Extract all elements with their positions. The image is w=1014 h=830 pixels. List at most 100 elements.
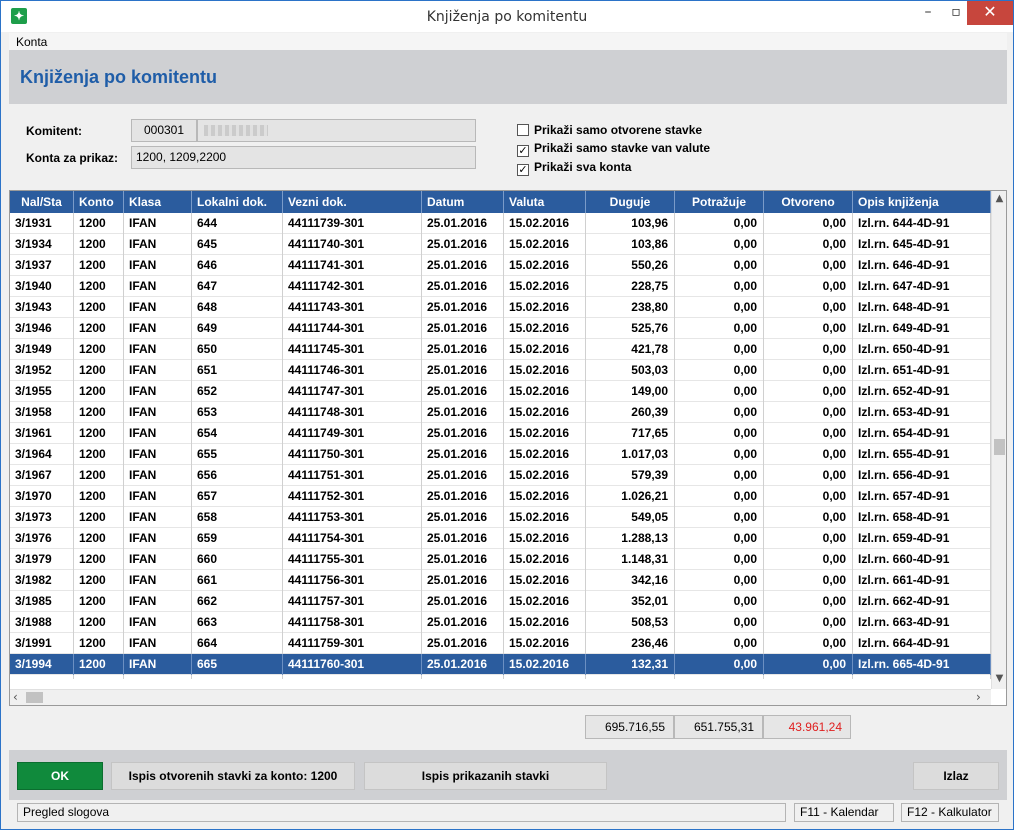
ok-button[interactable]: OK [17, 762, 103, 790]
table-row[interactable]: 3/1967 1200 IFAN 656 44111751-301 25.01.2016 1… [10, 465, 991, 486]
konta-field[interactable]: 1200, 1209,2200 [131, 146, 476, 169]
cell-vezni-dok: 44111754-301 [283, 528, 422, 549]
table-row[interactable]: 3/1979 1200 IFAN 660 44111755-301 25.01.2016 1… [10, 549, 991, 570]
table-row[interactable]: 3/1994 1200 IFAN 665 44111760-301 25.01.2016 1… [10, 654, 991, 675]
cell-duguje: 508,53 [586, 612, 675, 633]
table-row[interactable]: 3/1940 1200 IFAN 647 44111742-301 25.01.2016 1… [10, 276, 991, 297]
table-row[interactable]: 3/1991 1200 IFAN 664 44111759-301 25.01.2016 1… [10, 633, 991, 654]
cell-klasa: IFAN [124, 486, 192, 507]
minimize-button[interactable]: – [913, 1, 943, 25]
column-header-lokalni-dok[interactable]: Lokalni dok. [192, 191, 283, 213]
cell-opis: Izl.rn. 662-4D-91 [853, 591, 991, 612]
column-header-opis[interactable]: Opis knjiženja [853, 191, 991, 213]
close-button[interactable]: ✕ [967, 1, 1013, 25]
table-row[interactable]: 3/1985 1200 IFAN 662 44111757-301 25.01.2016 1… [10, 591, 991, 612]
checkbox-box-checked[interactable]: ✓ [517, 145, 529, 157]
empty-cell [283, 675, 422, 679]
table-row[interactable]: 3/1952 1200 IFAN 651 44111746-301 25.01.2016 1… [10, 360, 991, 381]
scroll-thumb-horizontal[interactable] [26, 692, 43, 703]
cell-valuta: 15.02.2016 [504, 570, 586, 591]
cell-opis: Izl.rn. 647-4D-91 [853, 276, 991, 297]
cell-opis: Izl.rn. 661-4D-91 [853, 570, 991, 591]
title-bar: ✦ Knjiženja po komitentu – ▫ ✕ [1, 1, 1013, 32]
scroll-up-icon[interactable]: ▲ [992, 193, 1007, 204]
cell-potrazuje: 0,00 [675, 276, 764, 297]
column-header-valuta[interactable]: Valuta [504, 191, 586, 213]
table-row[interactable]: 3/1955 1200 IFAN 652 44111747-301 25.01.2016 1… [10, 381, 991, 402]
cell-duguje: 525,76 [586, 318, 675, 339]
cell-konto: 1200 [74, 528, 124, 549]
cell-konto: 1200 [74, 507, 124, 528]
table-row[interactable]: 3/1943 1200 IFAN 648 44111743-301 25.01.2016 1… [10, 297, 991, 318]
table-row[interactable]: 3/1958 1200 IFAN 653 44111748-301 25.01.2016 1… [10, 402, 991, 423]
cell-duguje: 1.288,13 [586, 528, 675, 549]
cell-konto: 1200 [74, 444, 124, 465]
scroll-thumb[interactable] [994, 439, 1005, 455]
cell-vezni-dok: 44111750-301 [283, 444, 422, 465]
checkbox-van-valute[interactable]: ✓ Prikaži samo stavke van valute [517, 141, 710, 157]
column-header-konto[interactable]: Konto [74, 191, 124, 213]
cell-vezni-dok: 44111739-301 [283, 213, 422, 234]
komitent-name-field[interactable] [197, 119, 476, 142]
menu-konta[interactable]: Konta [16, 35, 47, 49]
checkbox-box[interactable] [517, 124, 529, 136]
scroll-left-icon[interactable]: ‹ [13, 690, 18, 704]
cell-klasa: IFAN [124, 402, 192, 423]
cell-duguje: 228,75 [586, 276, 675, 297]
cell-nal-sta: 3/1991 [10, 633, 74, 654]
cell-klasa: IFAN [124, 381, 192, 402]
checkbox-label: Prikaži sva konta [534, 160, 632, 174]
table-row[interactable]: 3/1949 1200 IFAN 650 44111745-301 25.01.2016 1… [10, 339, 991, 360]
vertical-scrollbar[interactable]: ▲ ▼ [991, 191, 1006, 689]
table-row[interactable]: 3/1961 1200 IFAN 654 44111749-301 25.01.2016 1… [10, 423, 991, 444]
data-grid: Nal/Sta Konto Klasa Lokalni dok. Vezni dok. D… [9, 190, 1007, 706]
checkbox-otvorene[interactable]: Prikaži samo otvorene stavke [517, 123, 702, 137]
cell-opis: Izl.rn. 655-4D-91 [853, 444, 991, 465]
table-row[interactable]: 3/1931 1200 IFAN 644 44111739-301 25.01.2016 1… [10, 213, 991, 234]
checkbox-sva-konta[interactable]: ✓ Prikaži sva konta [517, 160, 631, 176]
cell-valuta: 15.02.2016 [504, 213, 586, 234]
column-header-duguje[interactable]: Duguje [586, 191, 675, 213]
checkbox-box-checked[interactable]: ✓ [517, 164, 529, 176]
cell-klasa: IFAN [124, 612, 192, 633]
table-row[interactable]: 3/1970 1200 IFAN 657 44111752-301 25.01.2016 1… [10, 486, 991, 507]
ispis-otvorenih-button[interactable]: Ispis otvorenih stavki za konto: 1200 [111, 762, 355, 790]
cell-duguje: 149,00 [586, 381, 675, 402]
cell-nal-sta: 3/1964 [10, 444, 74, 465]
cell-konto: 1200 [74, 297, 124, 318]
table-row[interactable]: 3/1973 1200 IFAN 658 44111753-301 25.01.2016 1… [10, 507, 991, 528]
cell-potrazuje: 0,00 [675, 381, 764, 402]
table-row[interactable]: 3/1976 1200 IFAN 659 44111754-301 25.01.2016 1… [10, 528, 991, 549]
komitent-code-field[interactable]: 000301 [131, 119, 197, 142]
table-row[interactable]: 3/1982 1200 IFAN 661 44111756-301 25.01.2016 1… [10, 570, 991, 591]
scroll-down-icon[interactable]: ▼ [992, 673, 1007, 684]
column-header-datum[interactable]: Datum [422, 191, 504, 213]
cell-duguje: 1.017,03 [586, 444, 675, 465]
horizontal-scrollbar[interactable]: ‹ › [10, 689, 991, 705]
table-row[interactable]: 3/1934 1200 IFAN 645 44111740-301 25.01.2016 1… [10, 234, 991, 255]
column-header-klasa[interactable]: Klasa [124, 191, 192, 213]
cell-datum: 25.01.2016 [422, 570, 504, 591]
column-header-vezni-dok[interactable]: Vezni dok. [283, 191, 422, 213]
cell-vezni-dok: 44111749-301 [283, 423, 422, 444]
cell-opis: Izl.rn. 656-4D-91 [853, 465, 991, 486]
table-row[interactable]: 3/1964 1200 IFAN 655 44111750-301 25.01.2016 1… [10, 444, 991, 465]
button-bar: OK Ispis otvorenih stavki za konto: 1200… [9, 750, 1007, 800]
table-row[interactable]: 3/1946 1200 IFAN 649 44111744-301 25.01.2016 1… [10, 318, 991, 339]
table-row[interactable]: 3/1988 1200 IFAN 663 44111758-301 25.01.2016 1… [10, 612, 991, 633]
izlaz-button[interactable]: Izlaz [913, 762, 999, 790]
table-row[interactable]: 3/1937 1200 IFAN 646 44111741-301 25.01.2016 1… [10, 255, 991, 276]
cell-potrazuje: 0,00 [675, 234, 764, 255]
scroll-right-icon[interactable]: › [976, 690, 981, 704]
ispis-prikazanih-button[interactable]: Ispis prikazanih stavki [364, 762, 607, 790]
column-header-nal-sta[interactable]: Nal/Sta [10, 191, 74, 213]
cell-valuta: 15.02.2016 [504, 654, 586, 675]
column-header-otvoreno[interactable]: Otvoreno [764, 191, 853, 213]
cell-vezni-dok: 44111752-301 [283, 486, 422, 507]
cell-otvoreno: 0,00 [764, 507, 853, 528]
cell-lokalni-dok: 661 [192, 570, 283, 591]
total-otvoreno: 43.961,24 [763, 715, 851, 739]
column-header-potrazuje[interactable]: Potražuje [675, 191, 764, 213]
cell-klasa: IFAN [124, 465, 192, 486]
cell-datum: 25.01.2016 [422, 234, 504, 255]
